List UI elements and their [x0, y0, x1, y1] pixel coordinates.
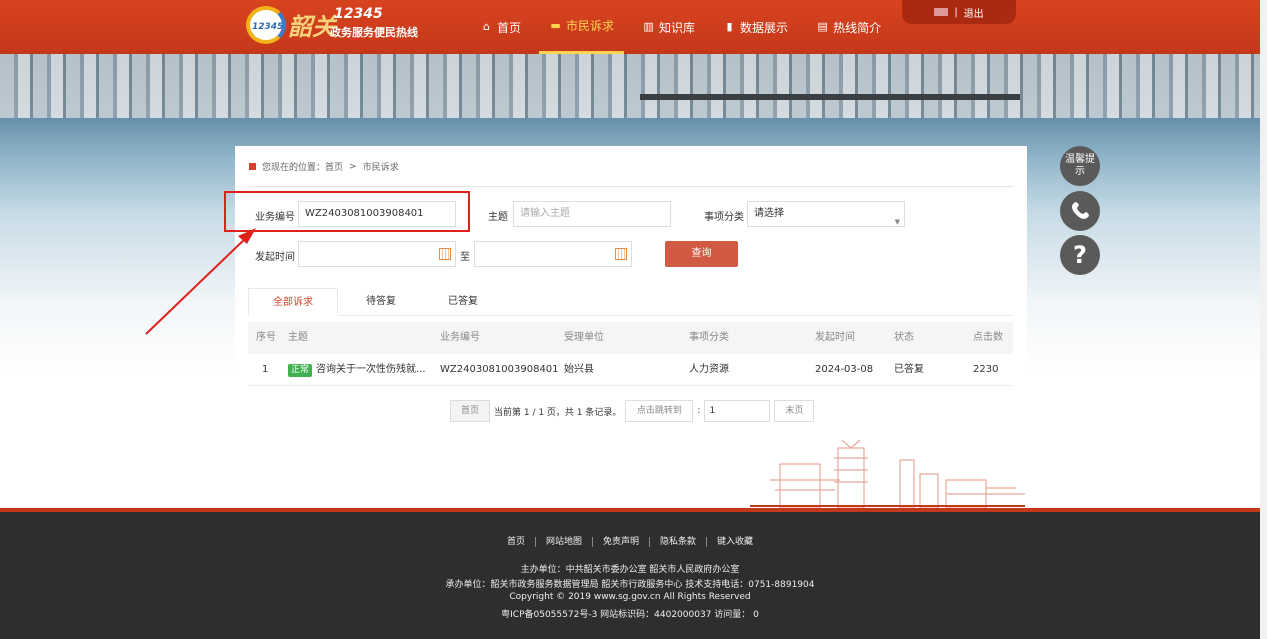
status-badge: 正常 [288, 364, 313, 377]
footer-link-bookmark[interactable]: 键入收藏 [707, 537, 763, 547]
phone-button[interactable] [1060, 191, 1100, 231]
breadcrumb-current: 市民诉求 [362, 163, 399, 173]
to-label: 至 [460, 252, 470, 263]
breadcrumb-home[interactable]: 您现在的位置：首页 [262, 160, 343, 173]
category-select[interactable]: 请选择 ▼ [747, 201, 905, 227]
book-icon: ▥ [643, 20, 654, 33]
start-date-input[interactable] [298, 241, 456, 267]
appeals-table: 序号 主题 业务编号 受理单位 事项分类 发起时间 状态 点击数 1 正常 咨询关… [248, 322, 1013, 386]
bar-chart-icon: ▮ [726, 20, 733, 33]
help-button[interactable]: ? [1060, 235, 1100, 275]
row-subject[interactable]: 正常 咨询关于一次性伤残就... [288, 354, 426, 386]
tab-pending[interactable]: 待答复 [336, 288, 426, 316]
subject-label: 主题 [488, 212, 508, 223]
annotation-highlight-box [224, 191, 470, 232]
nav-data-display[interactable]: ▮ 数据展示 [713, 0, 798, 54]
tab-all-appeals[interactable]: 全部诉求 [248, 288, 338, 316]
document-icon: ▤ [817, 20, 828, 33]
scrollbar[interactable] [1260, 0, 1267, 639]
jump-to-button[interactable]: 点击跳转到 [625, 400, 694, 422]
footer-copyright: Copyright © 2019 www.sg.gov.cn All Right… [509, 592, 751, 602]
pagination: 首页 当前第 1 / 1 页，共 1 条记录。 点击跳转到 : 1 末页 [450, 400, 815, 422]
footer-host: 主办单位：中共韶关市委办公室 韶关市人民政府办公室 [520, 565, 740, 575]
phone-icon [1072, 202, 1089, 219]
footer-organizer: 承办单位：韶关市政务服务数据管理局 韶关市行政服务中心 技术支持电话：0751-… [445, 580, 815, 590]
logo-subtitle: 政务服务便民热线 [330, 26, 418, 39]
user-box: | 退出 [902, 0, 1016, 24]
username-redacted [934, 8, 949, 16]
footer-icp: 粤ICP备05055572号-3 网站标识码：4402000037 访问量： 0 [501, 610, 759, 620]
main-nav: ⌂ 首页 ▬ 市民诉求 ▥ 知识库 ▮ 数据展示 ▤ 热线简介 [470, 0, 899, 54]
footer-link-disclaimer[interactable]: 免责声明 [592, 537, 650, 547]
site-logo[interactable]: 12345 韶关 12345 政务服务便民热线 [246, 4, 426, 48]
subject-input[interactable]: 请输入主题 [513, 201, 671, 227]
tab-answered[interactable]: 已答复 [418, 288, 508, 316]
page-number-input[interactable]: 1 [704, 400, 771, 422]
logo-title: 韶关 [288, 12, 336, 41]
skyline-image [0, 54, 1260, 118]
top-navigation-bar: 12345 韶关 12345 政务服务便民热线 ⌂ 首页 ▬ 市民诉求 ▥ 知识库 ▮… [0, 0, 1260, 54]
nav-hotline-intro[interactable]: ▤ 热线简介 [806, 0, 891, 54]
landmark-decoration [750, 440, 1025, 508]
footer-link-sitemap[interactable]: 网站地图 [535, 537, 593, 547]
calendar-icon[interactable] [439, 248, 451, 260]
nav-citizen-appeals[interactable]: ▬ 市民诉求 [539, 0, 625, 54]
warm-tip-button[interactable]: 温馨提示 [1060, 146, 1100, 186]
table-row[interactable]: 1 正常 咨询关于一次性伤残就... WZ2403081003908401 始兴县… [248, 354, 1013, 386]
footer-links: 首页 网站地图 免责声明 隐私条款 键入收藏 [0, 534, 1260, 547]
footer-link-home[interactable]: 首页 [496, 537, 536, 547]
first-page-button[interactable]: 首页 [450, 400, 490, 422]
footer-link-privacy[interactable]: 隐私条款 [650, 537, 708, 547]
bridge-image [640, 94, 1020, 100]
calendar-icon[interactable] [615, 248, 627, 260]
footer: 首页 网站地图 免责声明 隐私条款 键入收藏 主办单位：中共韶关市委办公室 韶关市人民政… [0, 512, 1260, 639]
dropdown-arrow-icon: ▼ [894, 218, 900, 226]
logo-ring-icon: 12345 [246, 6, 286, 44]
location-icon [249, 163, 256, 170]
chat-icon: ▬ [550, 18, 561, 32]
breadcrumb: 您现在的位置：首页 > 市民诉求 [249, 160, 399, 173]
appeal-tabs: 全部诉求 待答复 已答复 [248, 288, 1013, 316]
end-date-input[interactable] [474, 241, 632, 267]
divider [249, 186, 1013, 187]
logo-number: 12345 [334, 6, 383, 22]
nav-knowledge-base[interactable]: ▥ 知识库 [632, 0, 705, 54]
home-icon: ⌂ [483, 20, 490, 33]
nav-home[interactable]: ⌂ 首页 [470, 0, 531, 54]
page-info: 当前第 1 / 1 页，共 1 条记录。 [494, 407, 622, 418]
query-button[interactable]: 查询 [665, 241, 738, 267]
last-page-button[interactable]: 末页 [774, 400, 815, 422]
category-label: 事项分类 [704, 212, 744, 223]
start-time-label: 发起时间 [255, 252, 295, 263]
table-header: 序号 主题 业务编号 受理单位 事项分类 发起时间 状态 点击数 [248, 322, 1013, 354]
logout-link[interactable]: 退出 [964, 5, 984, 20]
